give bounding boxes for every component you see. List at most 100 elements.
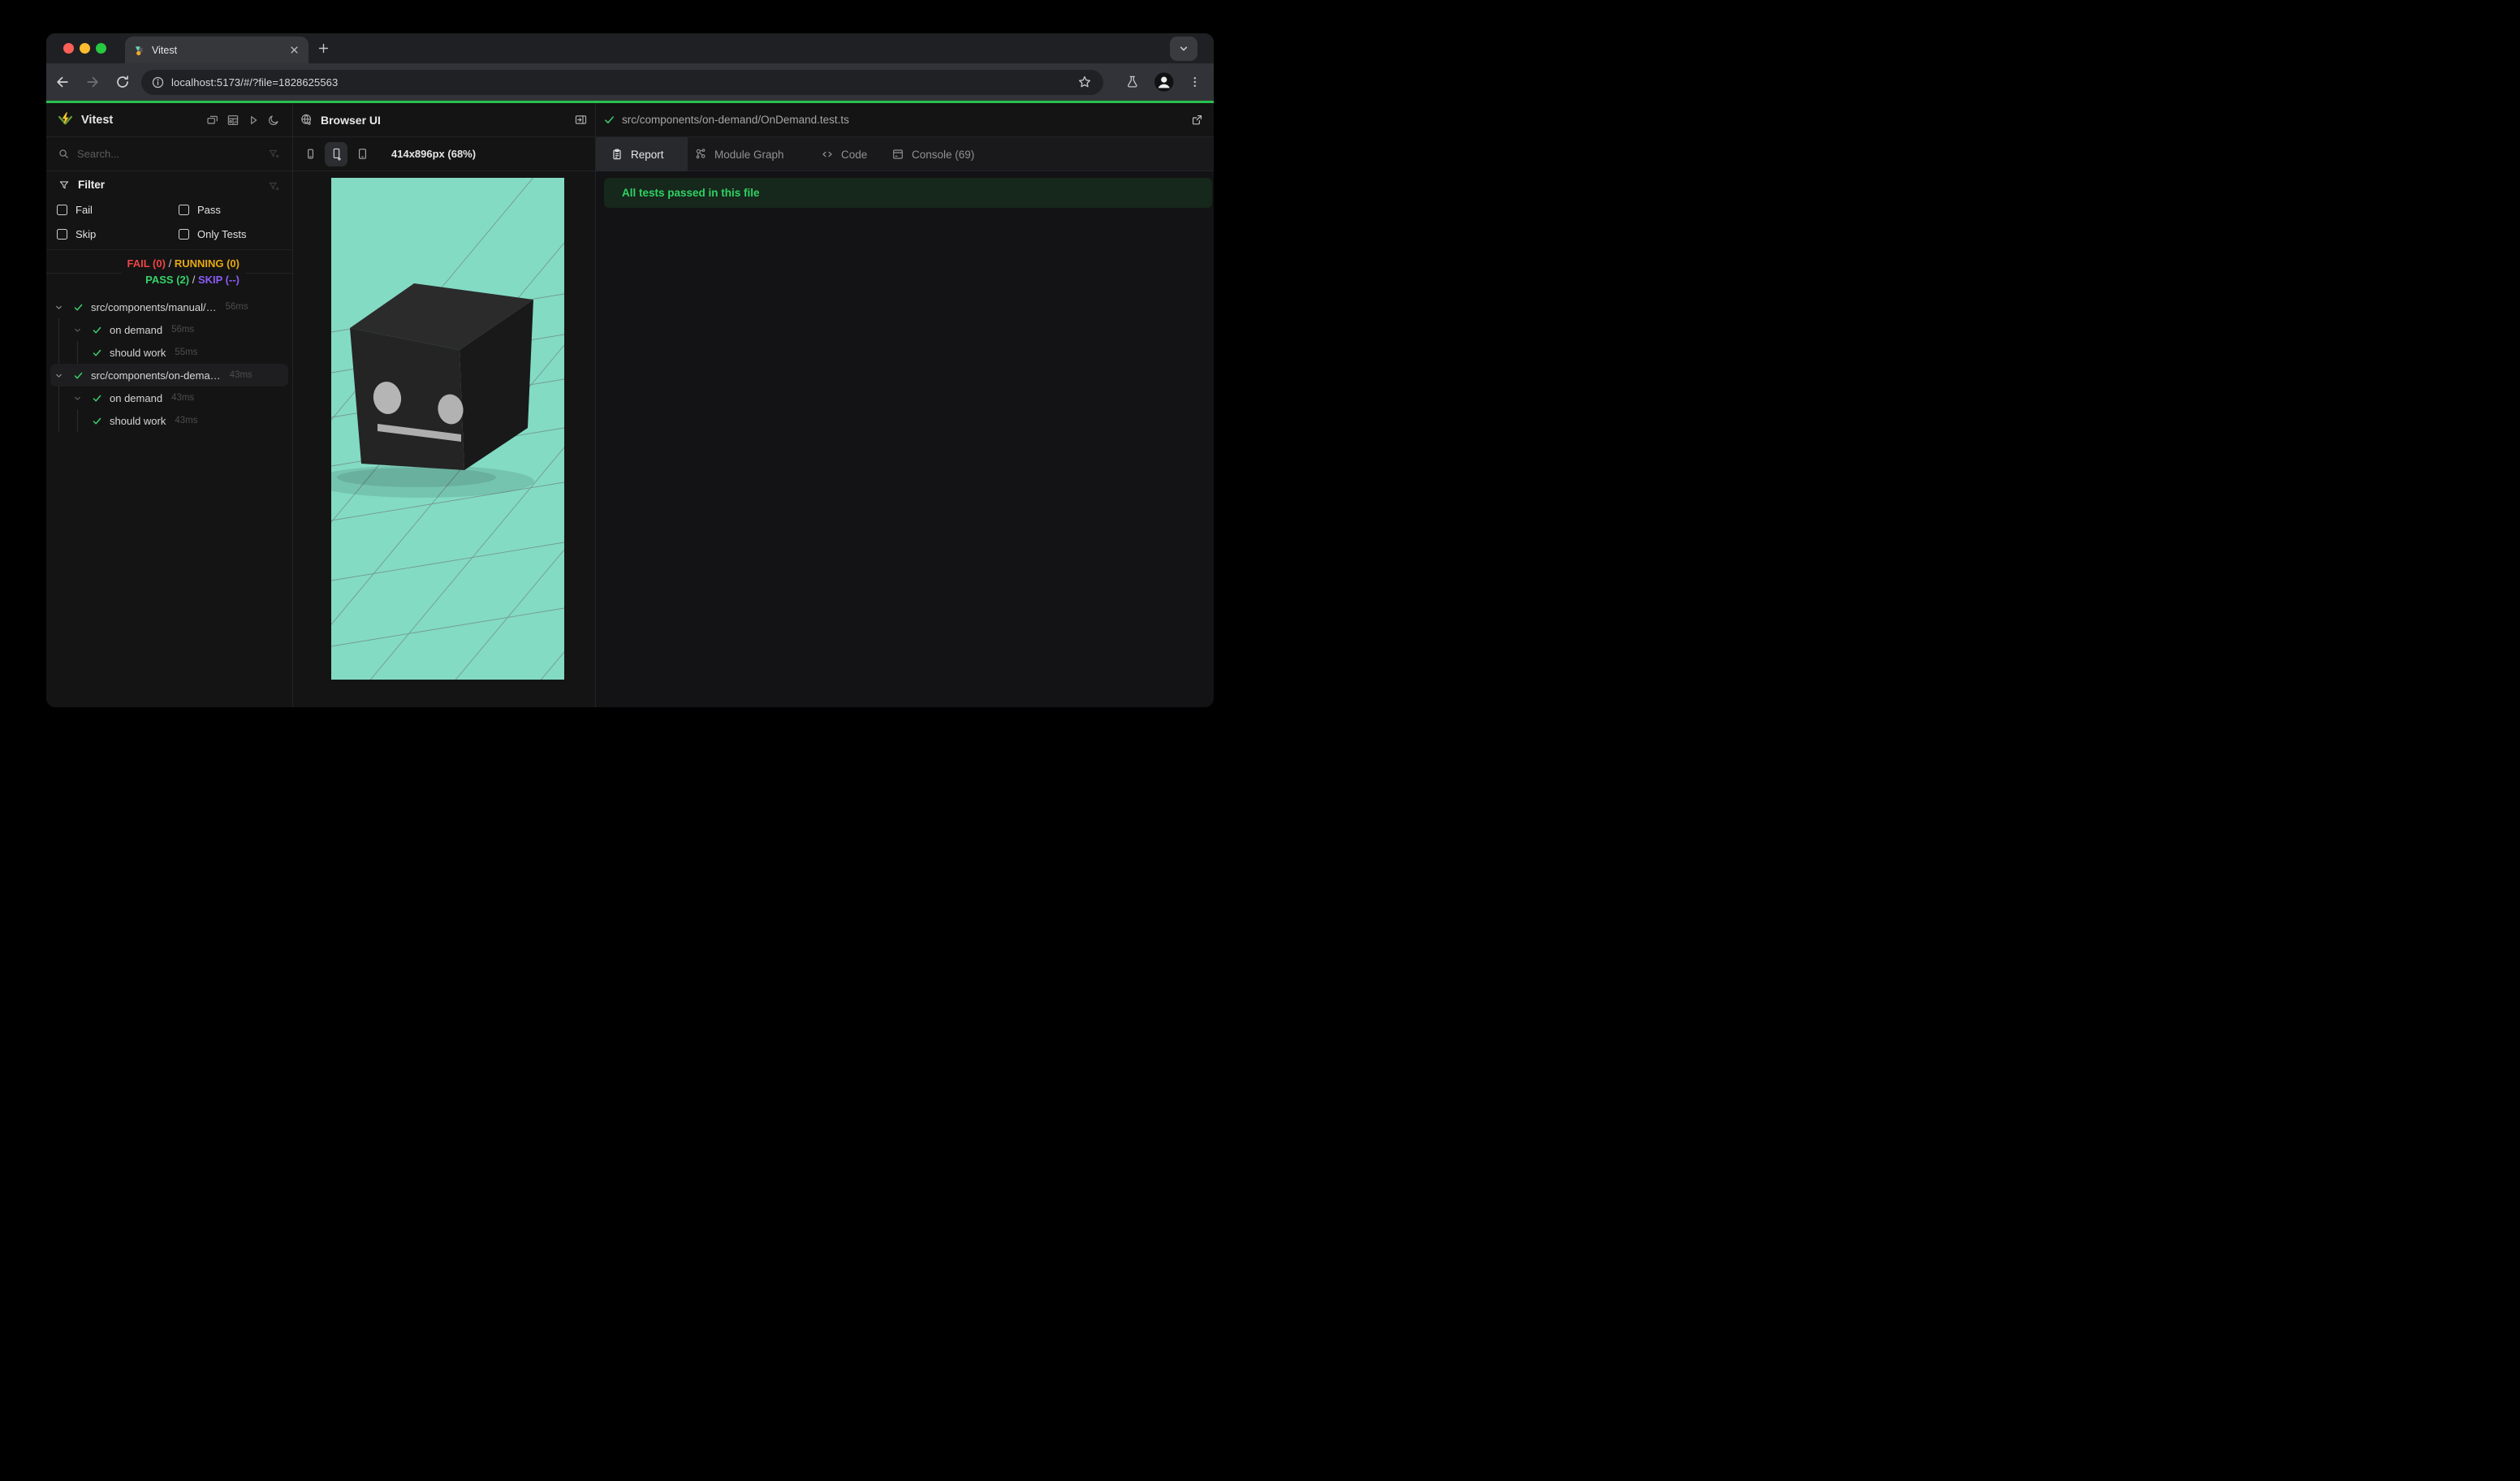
tree-row-test[interactable]: should work 55ms: [46, 341, 292, 364]
pass-check-icon: [605, 116, 614, 123]
checkbox-fail[interactable]: [57, 204, 67, 215]
all-tests-passed-banner: All tests passed in this file: [604, 178, 1212, 208]
back-button[interactable]: [54, 74, 71, 90]
profile-avatar[interactable]: [1154, 71, 1174, 93]
pass-check-icon: [74, 304, 83, 310]
tree-row-suite[interactable]: on demand 56ms: [46, 318, 292, 341]
phone-plus-icon: [333, 148, 341, 161]
fullscreen-window-button[interactable]: [96, 43, 106, 54]
tab-report[interactable]: Report: [596, 137, 688, 171]
summary-line-2: PASS (2) / SKIP (--): [145, 274, 239, 286]
filter-option-fail[interactable]: Fail: [57, 197, 93, 222]
collapse-panels-icon[interactable]: [206, 114, 219, 127]
module-graph-icon: [696, 149, 706, 159]
tree-row-suite[interactable]: on demand 43ms: [46, 386, 292, 409]
dashboard-icon[interactable]: [227, 114, 239, 127]
dark-mode-moon-icon[interactable]: [267, 114, 280, 127]
browser-window: Vitest localhost:5173/#/?file=1828625563: [46, 33, 1214, 707]
chevron-down-icon[interactable]: [54, 370, 64, 381]
run-all-icon[interactable]: [247, 114, 260, 127]
tree-row-file-selected[interactable]: src/components/on-dema… 43ms: [50, 364, 288, 386]
tab-code[interactable]: Code: [821, 137, 867, 171]
site-info-icon[interactable]: [151, 76, 165, 89]
duration-badge: 56ms: [225, 302, 248, 312]
console-icon: [893, 149, 903, 159]
search-input[interactable]: [77, 148, 239, 160]
pass-check-icon: [93, 326, 101, 333]
filter-option-only-tests[interactable]: Only Tests: [179, 222, 246, 246]
new-tab-button[interactable]: [317, 41, 330, 55]
browser-tabstrip: Vitest: [46, 33, 1214, 63]
globe-icon: [301, 114, 312, 125]
filter-funnel-icon: [59, 180, 69, 188]
tab-search-button[interactable]: [1170, 37, 1197, 61]
pass-check-icon: [93, 349, 101, 356]
phone-small-icon: [307, 149, 313, 159]
filter-option-skip[interactable]: Skip: [57, 222, 96, 246]
duration-badge: 43ms: [175, 416, 198, 425]
browser-tab[interactable]: Vitest: [125, 37, 309, 63]
tree-row-file[interactable]: src/components/manual/… 56ms: [46, 296, 292, 318]
vitest-logo: [58, 112, 73, 125]
report-tab-bar: Report Module Graph Code Console (69): [596, 137, 1214, 171]
close-window-button[interactable]: [63, 43, 74, 54]
test-summary: FAIL (0) / RUNNING (0) PASS (2) / SKIP (…: [46, 250, 292, 292]
sidebar: Vitest Filter: [46, 103, 292, 707]
browser-ui-header: Browser UI: [293, 103, 595, 137]
url-text[interactable]: localhost:5173/#/?file=1828625563: [171, 76, 338, 89]
clipboard-icon: [613, 149, 621, 160]
checkbox-skip[interactable]: [57, 228, 67, 240]
tab-console[interactable]: Console (69): [891, 137, 974, 171]
device-phone-plus-button[interactable]: [325, 141, 347, 166]
device-tablet-button[interactable]: [351, 142, 373, 166]
filter-section: Filter Fail Pass Skip Only Tests: [46, 171, 292, 250]
vitest-favicon: [135, 45, 143, 55]
search-row: [46, 137, 292, 171]
clear-filters-icon[interactable]: [268, 180, 280, 192]
test-file-path: src/components/on-demand/OnDemand.test.t…: [622, 114, 849, 126]
filter-option-pass[interactable]: Pass: [179, 197, 221, 222]
open-external-icon[interactable]: [1190, 113, 1204, 127]
duration-badge: 43ms: [229, 370, 252, 380]
test-file-tree: src/components/manual/… 56ms on demand 5…: [46, 292, 292, 432]
tab-close-icon[interactable]: [288, 44, 300, 56]
chevron-down-icon[interactable]: [54, 302, 64, 313]
window-controls: [63, 43, 106, 54]
tree-row-test[interactable]: should work 43ms: [46, 409, 292, 432]
browser-ui-panel: Browser UI 414x896px (68%): [293, 103, 595, 707]
robot-cube: [350, 283, 533, 470]
cube-shadow: [337, 468, 496, 487]
tablet-icon: [358, 149, 366, 159]
test-page-viewport[interactable]: [331, 178, 564, 680]
browser-ui-title: Browser UI: [321, 113, 381, 127]
browser-menu-icon[interactable]: [1188, 75, 1202, 89]
reload-button[interactable]: [114, 74, 131, 90]
checkbox-only-tests[interactable]: [179, 228, 189, 240]
browser-toolbar: localhost:5173/#/?file=1828625563: [46, 63, 1214, 101]
bookmark-star-icon[interactable]: [1077, 75, 1092, 89]
summary-line-1: FAIL (0) / RUNNING (0): [127, 257, 239, 270]
forward-button[interactable]: [84, 74, 101, 90]
device-phone-small-button[interactable]: [299, 142, 321, 166]
vitest-ui: Vitest Filter: [46, 103, 1214, 707]
duration-badge: 43ms: [171, 393, 195, 403]
clear-search-filter-icon[interactable]: [268, 148, 280, 160]
sidebar-header: Vitest: [46, 103, 292, 137]
chevron-down-icon[interactable]: [72, 393, 83, 404]
chevron-down-icon[interactable]: [72, 325, 83, 335]
duration-badge: 56ms: [171, 325, 195, 335]
pass-check-icon: [93, 417, 101, 424]
tab-module-graph[interactable]: Module Graph: [694, 137, 784, 171]
report-header: src/components/on-demand/OnDemand.test.t…: [596, 103, 1214, 137]
chevron-down-icon: [1180, 46, 1188, 51]
filter-title: Filter: [78, 179, 106, 191]
banner-text: All tests passed in this file: [622, 187, 760, 199]
address-bar[interactable]: localhost:5173/#/?file=1828625563: [141, 69, 1104, 95]
collapse-panel-icon[interactable]: [574, 113, 588, 127]
device-toolbar: 414x896px (68%): [293, 137, 595, 171]
experiments-flask-icon[interactable]: [1125, 75, 1140, 89]
minimize-window-button[interactable]: [80, 43, 90, 54]
tab-title: Vitest: [152, 44, 178, 56]
app-title: Vitest: [81, 113, 114, 127]
checkbox-pass[interactable]: [179, 204, 189, 215]
